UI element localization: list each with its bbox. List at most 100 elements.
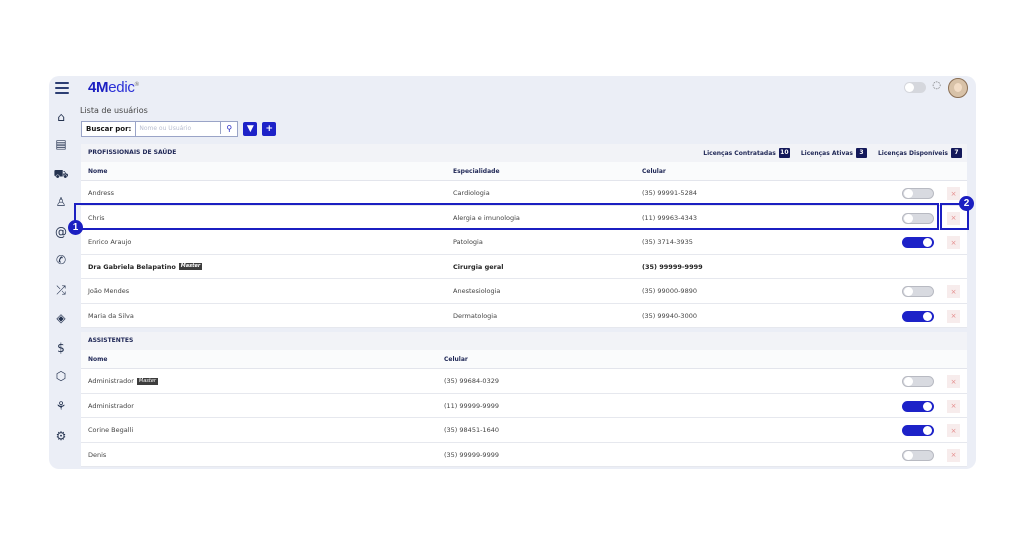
section-header: ASSISTENTES	[81, 332, 967, 350]
delete-button[interactable]: ×	[947, 399, 960, 413]
table-row: Denis (35) 99999-9999 ×	[81, 443, 967, 467]
user-phone: (35) 3714-3935	[642, 238, 693, 246]
section-title: PROFISSIONAIS DE SAÚDE	[88, 149, 177, 156]
table-row: Maria da Silva Dermatologia (35) 99940-300…	[81, 304, 967, 328]
user-specialty: Anestesiologia	[453, 287, 501, 295]
master-badge: Master	[178, 263, 203, 270]
user-specialty: Patologia	[453, 238, 483, 246]
user-phone: (35) 99000-9890	[642, 287, 697, 295]
user-icon[interactable]: ♙	[53, 194, 69, 210]
user-avatar[interactable]	[948, 78, 968, 98]
active-toggle[interactable]	[902, 310, 934, 322]
chat-icon[interactable]: ◌	[932, 80, 941, 91]
license-active: Licenças Ativas 3	[801, 148, 867, 158]
page-title: Lista de usuários	[80, 106, 148, 115]
user-phone: (11) 99999-9999	[444, 401, 499, 410]
table-row: Andress Cardiologia (35) 99991-5284 ×	[81, 181, 967, 206]
close-icon: ×	[950, 287, 957, 296]
column-header-phone: Celular	[444, 356, 468, 363]
user-specialty: Cardiologia	[453, 189, 490, 197]
user-name: Corine Begalli	[88, 426, 134, 434]
annotation-marker-2: 2	[959, 196, 974, 211]
user-name: João Mendes	[88, 287, 130, 295]
top-bar: 4Medic® ◌	[74, 76, 976, 98]
active-toggle[interactable]	[902, 237, 934, 248]
table-row: Enrico Araujo Patologia (35) 3714-3935 ×	[81, 230, 967, 255]
user-phone: (35) 99999-9999	[642, 262, 703, 271]
active-toggle[interactable]	[902, 376, 934, 387]
active-toggle[interactable]	[902, 188, 934, 199]
search-icon[interactable]: ⚲	[220, 122, 237, 134]
filter-icon: ▼	[246, 124, 254, 134]
license-count-badge: 3	[855, 148, 867, 158]
delete-button[interactable]: ×	[947, 309, 960, 323]
phone-icon[interactable]: ✆	[53, 252, 69, 268]
table-header: Nome Especialidade Celular	[81, 162, 967, 181]
hamburger-menu-icon[interactable]	[55, 82, 69, 94]
user-phone: (35) 99999-9999	[444, 450, 499, 459]
at-icon[interactable]: @	[53, 224, 69, 240]
sidebar: ⌂ ▤ ⛟ ♙ @ ✆ ⤮ ◈ $ ⬡ ⚘ ⚙	[49, 76, 74, 469]
user-name: Maria da Silva	[88, 311, 134, 320]
active-toggle[interactable]	[902, 286, 934, 297]
close-icon: ×	[950, 426, 957, 435]
column-header-phone: Celular	[642, 168, 666, 175]
user-specialty: Dermatologia	[453, 311, 498, 320]
user-specialty: Cirurgia geral	[453, 262, 504, 271]
theme-toggle[interactable]	[904, 82, 926, 93]
delete-button[interactable]: ×	[947, 448, 960, 462]
box-icon[interactable]: ⬡	[53, 368, 69, 384]
master-badge: Master	[136, 377, 158, 385]
table-row: Administrador Master (35) 99684-0329 ×	[81, 369, 967, 394]
close-icon: ×	[950, 238, 957, 247]
add-user-button[interactable]: +	[262, 122, 277, 136]
user-phone: (35) 99684-0329	[444, 377, 499, 385]
delete-button[interactable]: ×	[947, 375, 960, 388]
close-icon: ×	[950, 451, 957, 459]
column-header-name: Nome	[88, 356, 108, 363]
search-bar: Buscar por: ⚲ ▼ +	[81, 121, 277, 137]
table-header: Nome Celular	[81, 350, 967, 369]
app-window: ⌂ ▤ ⛟ ♙ @ ✆ ⤮ ◈ $ ⬡ ⚘ ⚙ 4Medic® ◌ Lista …	[49, 76, 976, 469]
tag-icon[interactable]: ◈	[53, 310, 69, 326]
license-count-badge: 10	[778, 148, 790, 158]
search-input[interactable]	[136, 122, 221, 134]
active-toggle[interactable]	[902, 400, 934, 412]
license-count-badge: 7	[951, 148, 962, 158]
home-icon[interactable]: ⌂	[53, 109, 69, 125]
active-toggle[interactable]	[902, 425, 934, 436]
search-box: Buscar por: ⚲	[81, 121, 239, 137]
delete-button[interactable]: ×	[947, 187, 960, 200]
chart-icon[interactable]: ⚘	[53, 398, 69, 414]
section-title: ASSISTENTES	[88, 337, 134, 344]
professionals-panel: PROFISSIONAIS DE SAÚDE Licenças Contrata…	[81, 144, 967, 328]
user-name: Dra Gabriela Belapatino Master	[88, 262, 203, 271]
delete-button[interactable]: ×	[947, 285, 960, 298]
car-icon[interactable]: ⛟	[53, 166, 69, 182]
column-header-specialty: Especialidade	[453, 168, 500, 175]
calendar-icon[interactable]: ▤	[53, 136, 69, 152]
settings-icon[interactable]: ⚙	[53, 428, 69, 444]
column-header-name: Nome	[88, 168, 108, 175]
app-logo[interactable]: 4Medic®	[88, 79, 139, 96]
section-header: PROFISSIONAIS DE SAÚDE Licenças Contrata…	[81, 144, 967, 162]
close-icon: ×	[950, 189, 957, 198]
annotation-marker-1: 1	[68, 220, 83, 235]
user-name: Andress	[88, 189, 114, 197]
user-name: Administrador	[88, 401, 134, 410]
delete-button[interactable]: ×	[947, 424, 960, 437]
filter-button[interactable]: ▼	[243, 122, 258, 136]
dollar-icon[interactable]: $	[53, 340, 69, 356]
license-available: Licenças Disponíveis 7	[878, 148, 962, 158]
delete-button[interactable]: ×	[947, 236, 960, 249]
row-highlight-box	[74, 203, 939, 230]
close-icon: ×	[950, 377, 957, 386]
active-toggle[interactable]	[902, 449, 934, 461]
assistants-panel: ASSISTENTES Nome Celular Administrador Ma…	[81, 332, 967, 467]
close-icon: ×	[950, 402, 957, 410]
close-icon: ×	[950, 312, 957, 320]
assistants-table-body: Administrador Master (35) 99684-0329 × Admin…	[81, 369, 967, 467]
shuffle-icon[interactable]: ⤮	[53, 282, 69, 298]
user-phone: (35) 98451-1640	[444, 426, 499, 434]
plus-icon: +	[265, 124, 274, 134]
